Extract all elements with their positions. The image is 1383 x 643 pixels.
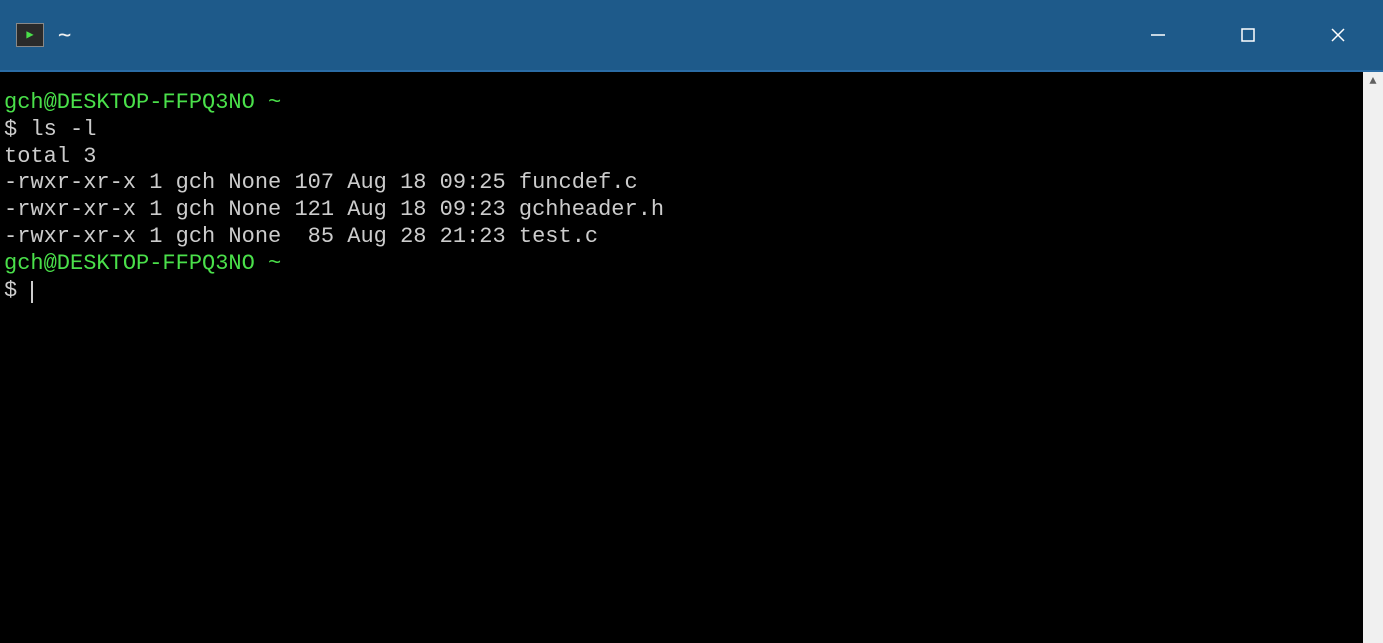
output-entries: -rwxr-xr-x 1 gch None 107 Aug 18 09:25 f…: [4, 170, 664, 249]
command-text: ls -l: [30, 117, 96, 142]
output-total: total 3: [4, 144, 96, 169]
terminal-area: gch@DESKTOP-FFPQ3NO ~ $ ls -l total 3 -r…: [0, 70, 1383, 643]
close-button[interactable]: [1293, 0, 1383, 70]
cursor: [31, 281, 33, 303]
close-icon: [1329, 26, 1347, 44]
terminal-window: ▶ ~ gch@DESKTOP-FFPQ3NO ~ $ ls -l total …: [0, 0, 1383, 643]
terminal-output[interactable]: gch@DESKTOP-FFPQ3NO ~ $ ls -l total 3 -r…: [0, 72, 1363, 643]
window-title: ~: [58, 23, 71, 48]
minimize-icon: [1149, 26, 1167, 44]
prompt-path: ~: [268, 251, 281, 276]
scrollbar[interactable]: ▲: [1363, 72, 1383, 643]
terminal-icon: ▶: [26, 29, 33, 41]
prompt-user-host: gch@DESKTOP-FFPQ3NO: [4, 251, 255, 276]
prompt-dollar: $: [4, 278, 17, 303]
scroll-up-icon[interactable]: ▲: [1363, 74, 1383, 88]
prompt-dollar: $: [4, 117, 17, 142]
app-icon: ▶: [16, 23, 44, 47]
prompt-path: ~: [268, 90, 281, 115]
prompt-user-host: gch@DESKTOP-FFPQ3NO: [4, 90, 255, 115]
maximize-button[interactable]: [1203, 0, 1293, 70]
window-controls: [1113, 0, 1383, 70]
titlebar[interactable]: ▶ ~: [0, 0, 1383, 70]
maximize-icon: [1240, 27, 1256, 43]
minimize-button[interactable]: [1113, 0, 1203, 70]
